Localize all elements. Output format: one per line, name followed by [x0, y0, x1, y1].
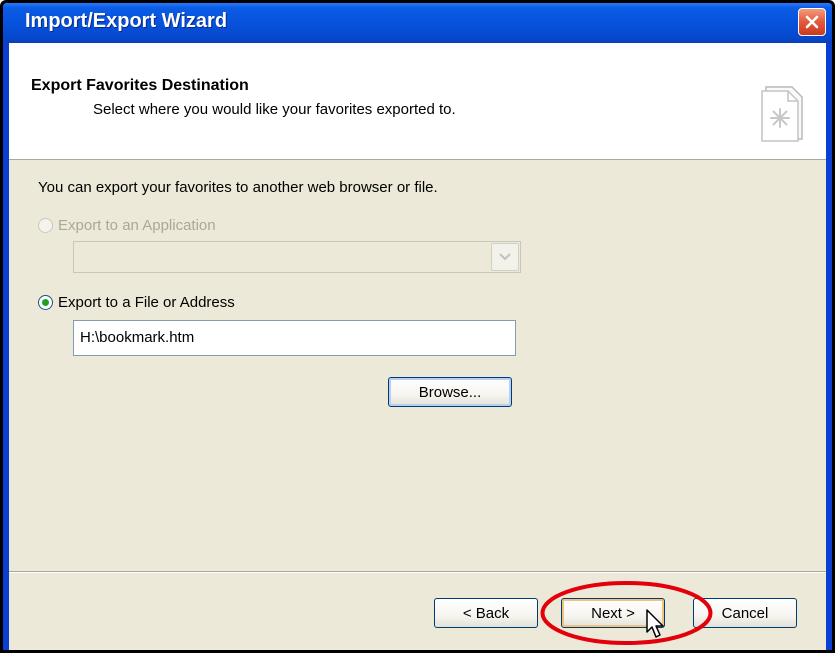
- export-file-label: Export to a File or Address: [58, 294, 235, 311]
- radio-export-file[interactable]: [38, 295, 53, 310]
- page-title: Export Favorites Destination: [31, 77, 249, 94]
- intro-text: You can export your favorites to another…: [38, 179, 438, 196]
- next-button[interactable]: Next >: [561, 598, 665, 628]
- window-title: Import/Export Wizard: [25, 10, 228, 32]
- browse-button[interactable]: Browse...: [388, 377, 512, 407]
- close-button[interactable]: [798, 8, 826, 36]
- footer-separator: [9, 571, 826, 573]
- select-dropdown-button[interactable]: [491, 243, 519, 271]
- title-bar[interactable]: Import/Export Wizard: [3, 3, 832, 43]
- application-select[interactable]: [73, 241, 521, 273]
- close-icon: [805, 15, 819, 29]
- cancel-button[interactable]: Cancel: [693, 598, 797, 628]
- wizard-client-area: Export Favorites Destination Select wher…: [9, 43, 826, 650]
- file-path-input[interactable]: H:\bookmark.htm: [73, 320, 516, 356]
- back-button[interactable]: < Back: [434, 598, 538, 628]
- wizard-header: Export Favorites Destination Select wher…: [9, 43, 826, 160]
- wizard-window: Import/Export Wizard Export Favorites De…: [0, 0, 835, 653]
- export-application-label: Export to an Application: [58, 217, 216, 234]
- favorites-page-icon: [761, 86, 803, 142]
- export-to-file-option[interactable]: Export to a File or Address: [38, 294, 235, 311]
- export-to-application-option[interactable]: Export to an Application: [38, 217, 216, 234]
- radio-export-application[interactable]: [38, 218, 53, 233]
- page-subtitle: Select where you would like your favorit…: [93, 101, 456, 118]
- chevron-down-icon: [499, 253, 511, 261]
